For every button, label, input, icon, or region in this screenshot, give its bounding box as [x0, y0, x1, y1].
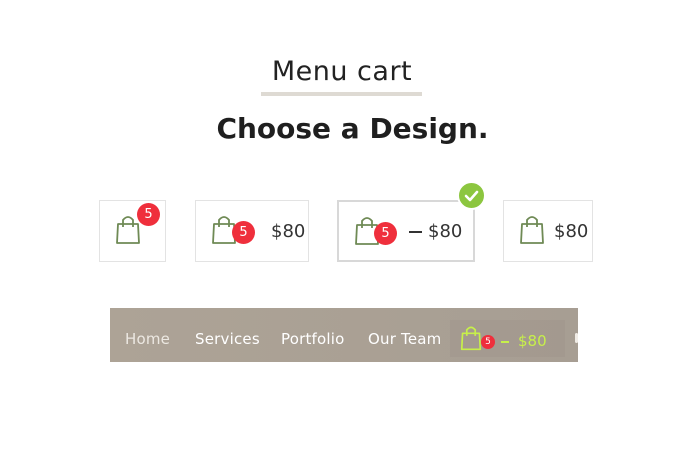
menu-price-separator-dash [501, 341, 509, 343]
cropped-nav-item [575, 333, 578, 343]
cart-price: $80 [428, 221, 463, 242]
menu-cart-price: $80 [518, 332, 547, 350]
menu-bar-preview: Home Services Portfolio Our Team 5 $80 [110, 308, 578, 362]
cart-count-badge: 5 [232, 221, 255, 244]
nav-item-services[interactable]: Services [195, 330, 260, 348]
price-separator-dash [409, 231, 422, 233]
design-option-1[interactable]: 5 [99, 200, 166, 262]
cart-price: $80 [271, 221, 306, 242]
subtitle-underline [261, 92, 422, 96]
menu-cart-count-badge: 5 [481, 335, 495, 349]
nav-item-our-team[interactable]: Our Team [368, 330, 442, 348]
design-option-3[interactable]: 5 $80 [337, 200, 475, 262]
design-option-2[interactable]: 5 $80 [195, 200, 309, 262]
nav-item-portfolio[interactable]: Portfolio [281, 330, 345, 348]
shopping-bag-icon [460, 326, 482, 351]
cart-price: $80 [554, 221, 589, 242]
cart-count-badge: 5 [374, 222, 397, 245]
page-title: Choose a Design. [216, 112, 489, 145]
design-option-4[interactable]: $80 [503, 200, 593, 262]
cart-count-badge: 5 [137, 203, 160, 226]
selected-check-icon [457, 181, 486, 210]
nav-item-home[interactable]: Home [125, 330, 170, 348]
page-subtitle: Menu cart [271, 56, 413, 87]
shopping-bag-icon [520, 216, 544, 244]
